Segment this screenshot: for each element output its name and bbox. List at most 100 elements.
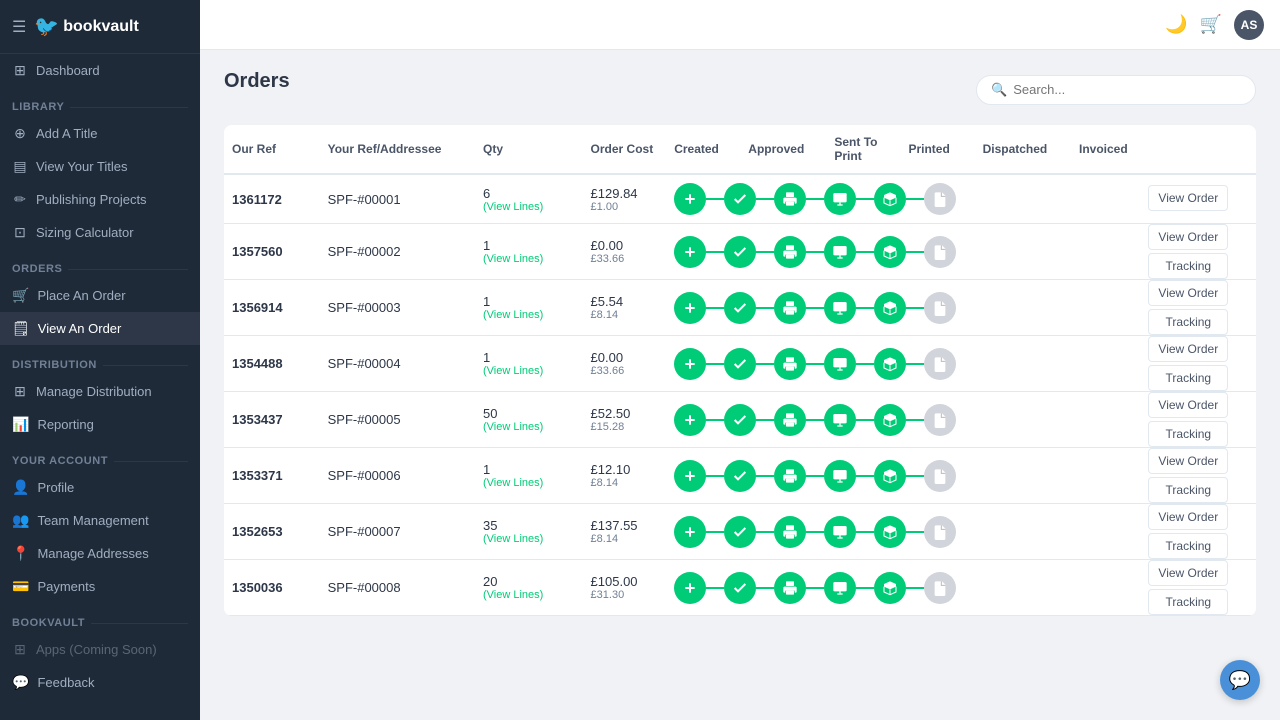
view-order-button[interactable]: View Order <box>1148 448 1228 474</box>
place-order-icon: 🛒 <box>12 287 29 304</box>
view-order-button[interactable]: View Order <box>1148 280 1228 306</box>
tracking-button[interactable]: Tracking <box>1148 533 1228 559</box>
pipe-line <box>806 531 824 533</box>
view-order-button[interactable]: View Order <box>1148 504 1228 530</box>
qty-link[interactable]: (View Lines) <box>483 309 575 321</box>
pipeline <box>674 460 1140 492</box>
status-circle-print <box>774 348 806 380</box>
sidebar-label-add-title: Add A Title <box>36 126 97 141</box>
pipe-line <box>756 531 774 533</box>
sidebar-section-distribution: Distribution <box>0 345 200 375</box>
sidebar-item-feedback[interactable]: 💬 Feedback <box>0 666 200 699</box>
status-circle-check <box>724 572 756 604</box>
publishing-icon: ✏ <box>12 191 28 208</box>
tracking-button[interactable]: Tracking <box>1148 421 1228 447</box>
tracking-button[interactable]: Tracking <box>1148 253 1228 279</box>
status-circle-plus <box>674 183 706 215</box>
status-circle-box <box>874 236 906 268</box>
status-circle-print <box>774 572 806 604</box>
sidebar-label-manage-dist: Manage Distribution <box>36 384 152 399</box>
sidebar-item-view-titles[interactable]: ▤ View Your Titles <box>0 150 200 183</box>
sidebar-item-profile[interactable]: 👤 Profile <box>0 471 200 504</box>
cost-main: £52.50 <box>591 406 659 421</box>
pipe-line <box>856 307 874 309</box>
status-circle-print <box>774 460 806 492</box>
tracking-button[interactable]: Tracking <box>1148 365 1228 391</box>
view-order-button[interactable]: View Order <box>1148 392 1228 418</box>
cost-sub: £8.14 <box>591 477 659 489</box>
status-circle-plus <box>674 236 706 268</box>
sidebar-item-dashboard[interactable]: ⊞ Dashboard <box>0 54 200 87</box>
sidebar-item-place-order[interactable]: 🛒 Place An Order <box>0 279 200 312</box>
search-box: 🔍 <box>976 75 1256 105</box>
qty-value: 1 <box>483 294 575 309</box>
pipeline <box>674 516 1140 548</box>
qty-value: 6 <box>483 186 575 201</box>
tracking-button[interactable]: Tracking <box>1148 309 1228 335</box>
sidebar-item-addresses[interactable]: 📍 Manage Addresses <box>0 537 200 570</box>
tracking-button[interactable]: Tracking <box>1148 477 1228 503</box>
cost-main: £0.00 <box>591 350 659 365</box>
th-actions <box>1148 125 1256 174</box>
view-order-button[interactable]: View Order <box>1148 560 1228 586</box>
view-order-icon: 🗒 <box>12 320 30 337</box>
view-order-button[interactable]: View Order <box>1148 336 1228 362</box>
your-ref: SPF-#00004 <box>328 356 401 371</box>
dark-mode-icon[interactable]: 🌙 <box>1165 14 1187 35</box>
pipe-line <box>856 475 874 477</box>
your-ref: SPF-#00002 <box>328 244 401 259</box>
sidebar-section-orders: Orders <box>0 249 200 279</box>
pipe-line <box>756 307 774 309</box>
sidebar-item-payments[interactable]: 💳 Payments <box>0 570 200 603</box>
sidebar-label-view-order: View An Order <box>38 321 122 336</box>
pipe-line <box>806 587 824 589</box>
cost-main: £137.55 <box>591 518 659 533</box>
pipe-line <box>906 531 924 533</box>
chat-bubble[interactable]: 💬 <box>1220 660 1260 700</box>
hamburger-icon[interactable]: ☰ <box>12 17 26 37</box>
table-row: 1353371 SPF-#00006 1 (View Lines) £12.10… <box>224 448 1256 504</box>
status-circle-box <box>874 292 906 324</box>
qty-link[interactable]: (View Lines) <box>483 421 575 433</box>
qty-link[interactable]: (View Lines) <box>483 365 575 377</box>
sidebar-item-publishing[interactable]: ✏ Publishing Projects <box>0 183 200 216</box>
pipe-line <box>756 251 774 253</box>
status-circle-doc <box>924 348 956 380</box>
qty-link[interactable]: (View Lines) <box>483 201 575 213</box>
sidebar-item-view-order[interactable]: 🗒 View An Order <box>0 312 200 345</box>
status-circle-monitor <box>824 236 856 268</box>
pipe-line <box>756 587 774 589</box>
qty-link[interactable]: (View Lines) <box>483 533 575 545</box>
cart-icon[interactable]: 🛒 <box>1200 14 1222 35</box>
status-circle-print <box>774 183 806 215</box>
pipe-line <box>806 198 824 200</box>
sidebar-item-add-title[interactable]: ⊕ Add A Title <box>0 117 200 150</box>
pipe-line <box>706 198 724 200</box>
pipe-line <box>706 531 724 533</box>
sidebar-item-reporting[interactable]: 📊 Reporting <box>0 408 200 441</box>
qty-link[interactable]: (View Lines) <box>483 477 575 489</box>
pipe-line <box>906 419 924 421</box>
status-circle-doc <box>924 292 956 324</box>
view-order-button[interactable]: View Order <box>1148 224 1228 250</box>
view-order-button[interactable]: View Order <box>1148 185 1228 211</box>
sizing-icon: ⊡ <box>12 224 28 241</box>
th-printed: Printed <box>900 125 974 174</box>
pipe-line <box>806 363 824 365</box>
logo: 🐦 bookvault <box>34 14 138 39</box>
qty-link[interactable]: (View Lines) <box>483 253 575 265</box>
pipe-line <box>806 251 824 253</box>
sidebar-item-sizing[interactable]: ⊡ Sizing Calculator <box>0 216 200 249</box>
your-ref: SPF-#00001 <box>328 192 401 207</box>
table-row: 1356914 SPF-#00003 1 (View Lines) £5.54 … <box>224 280 1256 336</box>
user-avatar[interactable]: AS <box>1234 10 1264 40</box>
sidebar-item-manage-dist[interactable]: ⊞ Manage Distribution <box>0 375 200 408</box>
status-circle-doc <box>924 404 956 436</box>
status-circle-check <box>724 460 756 492</box>
search-input[interactable] <box>1013 82 1241 97</box>
qty-link[interactable]: (View Lines) <box>483 589 575 601</box>
tracking-button[interactable]: Tracking <box>1148 589 1228 615</box>
cost-sub: £1.00 <box>591 201 659 213</box>
sidebar-item-team[interactable]: 👥 Team Management <box>0 504 200 537</box>
our-ref: 1357560 <box>232 244 283 259</box>
